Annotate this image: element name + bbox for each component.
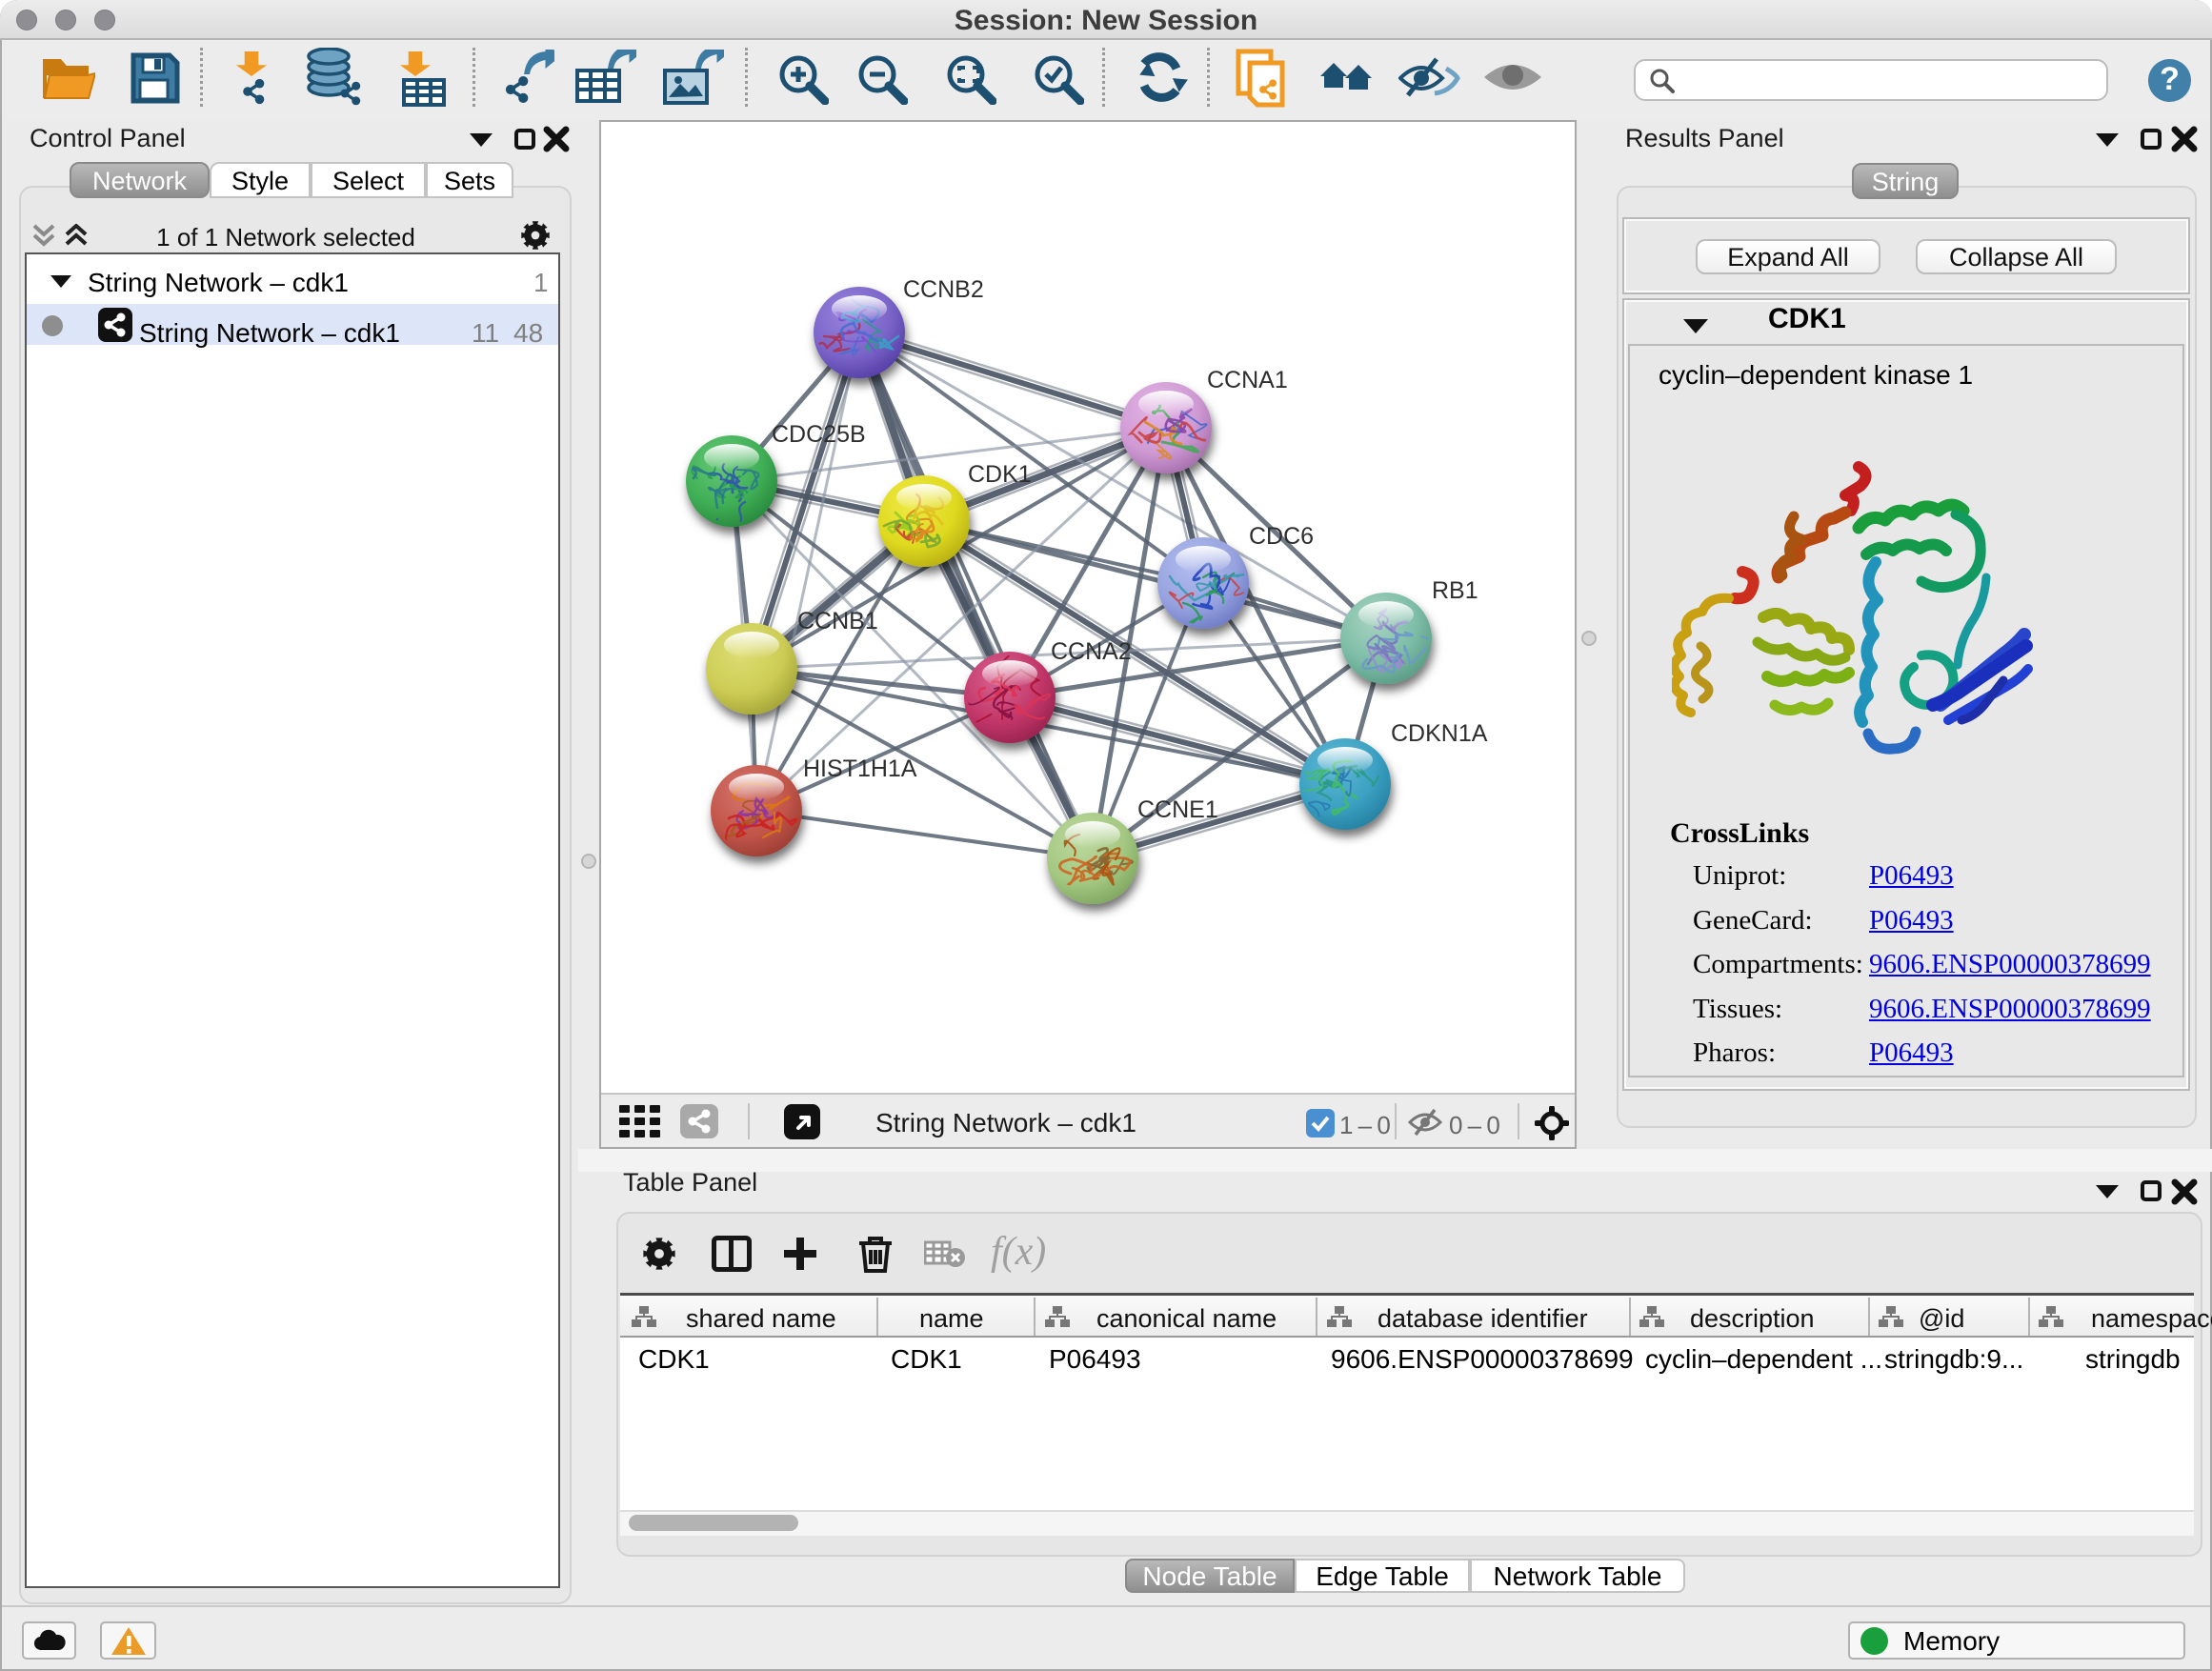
svg-text:CDK1: CDK1: [968, 461, 1032, 488]
svg-text:CDC25B: CDC25B: [772, 421, 866, 448]
svg-text:RB1: RB1: [1432, 577, 1478, 604]
svg-text:CCNB2: CCNB2: [903, 276, 984, 303]
svg-text:CCNA2: CCNA2: [1051, 638, 1132, 665]
svg-text:CCNA1: CCNA1: [1207, 367, 1288, 393]
svg-text:CDC6: CDC6: [1249, 523, 1314, 550]
svg-text:CCNE1: CCNE1: [1137, 796, 1218, 823]
svg-text:CCNB1: CCNB1: [797, 608, 878, 634]
svg-text:CDKN1A: CDKN1A: [1391, 720, 1488, 747]
svg-text:HIST1H1A: HIST1H1A: [803, 755, 917, 782]
